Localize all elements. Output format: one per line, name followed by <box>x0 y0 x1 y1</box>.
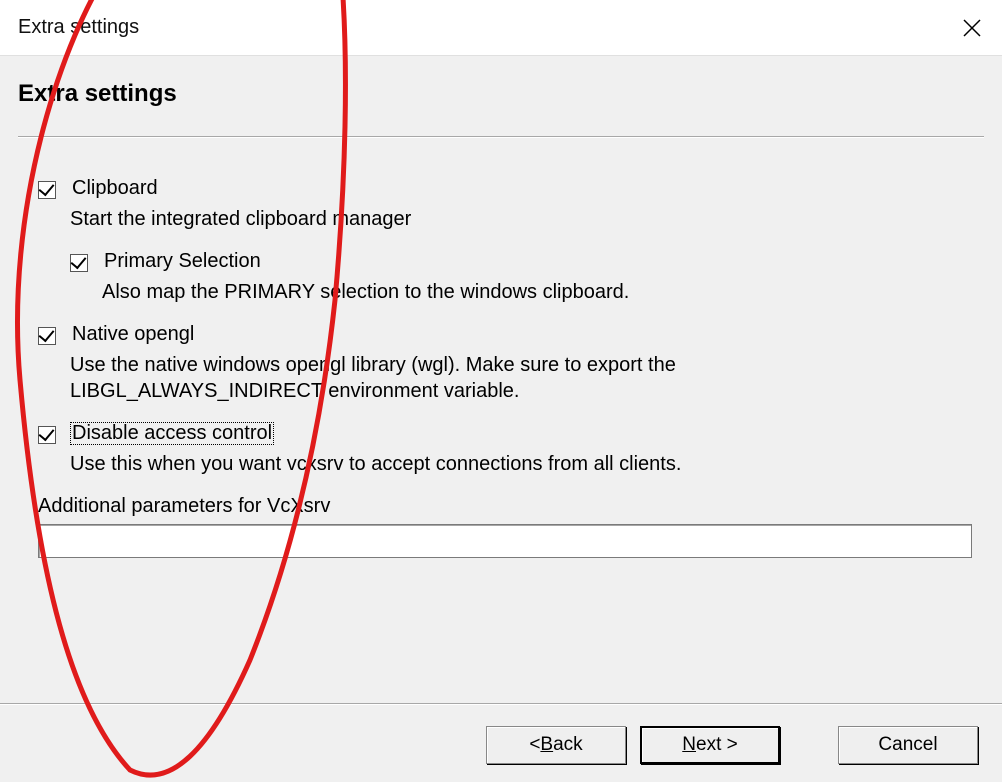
cancel-button[interactable]: Cancel <box>838 726 978 764</box>
additional-params-input[interactable] <box>38 524 972 558</box>
next-button[interactable]: Next > <box>640 726 780 764</box>
back-button[interactable]: < Back <box>486 726 626 764</box>
native-opengl-label[interactable]: Native opengl <box>70 323 196 346</box>
page-header: Extra settings <box>0 56 1002 136</box>
additional-params-label: Additional parameters for VcXsrv <box>38 495 964 518</box>
disable-access-control-label[interactable]: Disable access control <box>70 422 274 445</box>
primary-selection-checkbox[interactable] <box>70 254 88 272</box>
button-spacer <box>794 726 824 764</box>
native-opengl-desc: Use the native windows opengl library (w… <box>70 352 900 404</box>
back-accel: B <box>540 734 553 756</box>
titlebar: Extra settings <box>0 0 1002 56</box>
disable-access-control-desc: Use this when you want vcxsrv to accept … <box>70 451 900 477</box>
native-opengl-checkbox[interactable] <box>38 327 56 345</box>
back-pre: < <box>529 734 540 756</box>
disable-access-control-checkbox[interactable] <box>38 426 56 444</box>
close-icon <box>963 19 981 37</box>
footer-bar: < Back Next > Cancel <box>0 703 1002 764</box>
close-button[interactable] <box>942 0 1002 56</box>
back-post: ack <box>553 734 583 756</box>
content-area: Clipboard Start the integrated clipboard… <box>0 137 1002 558</box>
dialog-window: Extra settings Extra settings Clipboard … <box>0 0 1002 782</box>
primary-selection-desc: Also map the PRIMARY selection to the wi… <box>102 279 932 305</box>
page-title: Extra settings <box>18 80 984 108</box>
clipboard-desc: Start the integrated clipboard manager <box>70 206 900 232</box>
window-title: Extra settings <box>18 16 139 39</box>
clipboard-label[interactable]: Clipboard <box>70 177 160 200</box>
clipboard-checkbox[interactable] <box>38 181 56 199</box>
next-post: ext > <box>696 734 738 756</box>
next-accel: N <box>682 734 696 756</box>
primary-selection-label[interactable]: Primary Selection <box>102 250 263 273</box>
